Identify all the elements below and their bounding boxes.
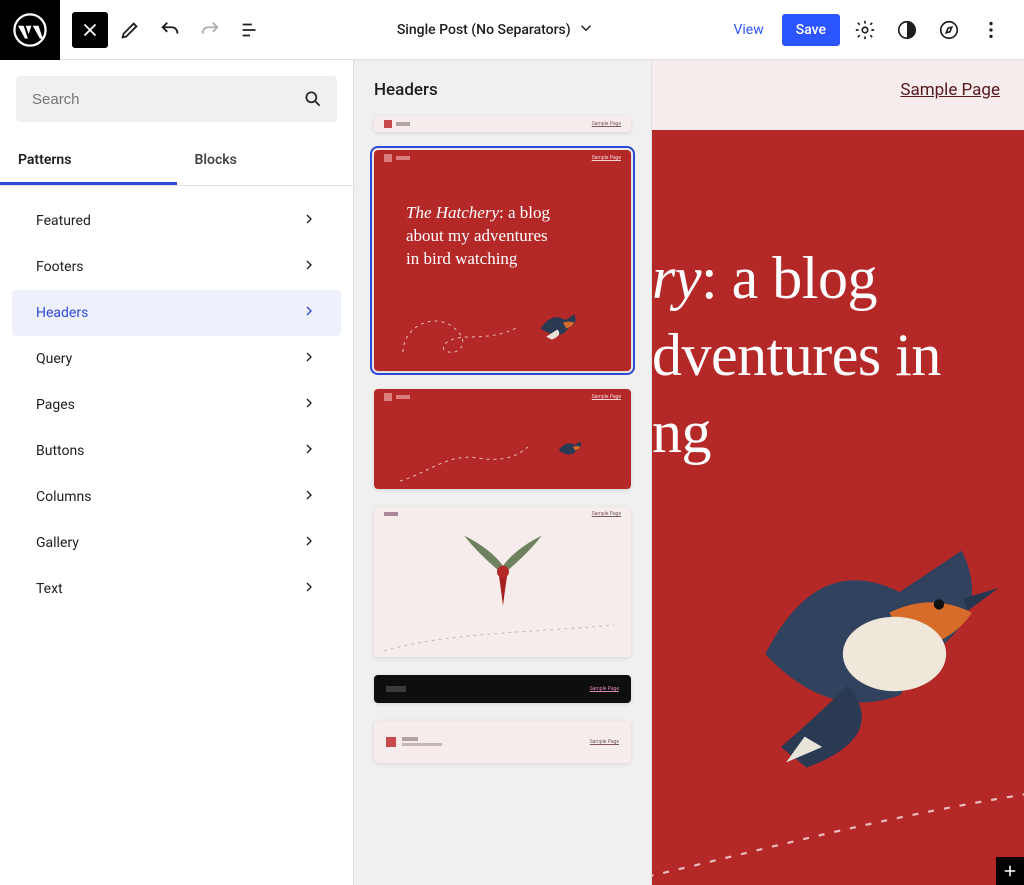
patterns-panel-title: Headers	[374, 80, 631, 100]
help-button[interactable]	[932, 13, 966, 47]
sample-page-link[interactable]: Sample Page	[900, 80, 1000, 100]
category-label: Headers	[36, 305, 88, 321]
pattern-thumb-link: Sample Page	[592, 511, 621, 517]
inserter-sidebar: Patterns Blocks Featured Footers Headers Qu…	[0, 60, 354, 885]
pencil-icon	[119, 19, 141, 41]
inserter-tabs: Patterns Blocks	[0, 138, 353, 186]
compass-icon	[938, 19, 960, 41]
pattern-thumb-header-dark: Sample Page	[374, 675, 631, 703]
pattern-thumb-hero-white: Sample Page	[374, 507, 631, 657]
chevron-right-icon	[301, 487, 317, 507]
pattern-card[interactable]: Sample Page	[374, 389, 631, 489]
pattern-thumb-link: Sample Page	[592, 394, 621, 400]
wordpress-icon	[13, 13, 47, 47]
workspace: Patterns Blocks Featured Footers Headers Qu…	[0, 60, 1024, 885]
search-icon	[303, 89, 323, 109]
dotted-path-icon	[398, 307, 518, 357]
close-icon	[79, 19, 101, 41]
undo-icon	[159, 19, 181, 41]
category-item-pages[interactable]: Pages	[12, 382, 341, 428]
tab-patterns[interactable]: Patterns	[0, 138, 177, 185]
bird-icon	[535, 306, 591, 345]
pattern-thumb-heading: The Hatchery: a blog about my adventures…	[374, 166, 574, 281]
pattern-thumb-link: Sample Page	[592, 121, 621, 127]
pattern-card[interactable]: Sample Page	[374, 507, 631, 657]
contrast-icon	[896, 19, 918, 41]
pattern-card[interactable]: Sample Page	[374, 675, 631, 703]
category-item-headers[interactable]: Headers	[12, 290, 341, 336]
edit-tool-button[interactable]	[112, 12, 148, 48]
pattern-card[interactable]: Sample Page	[374, 116, 631, 132]
redo-icon	[199, 19, 221, 41]
category-item-gallery[interactable]: Gallery	[12, 520, 341, 566]
chevron-right-icon	[301, 211, 317, 231]
template-name: Single Post (No Separators)	[397, 22, 571, 38]
more-options-button[interactable]	[974, 13, 1008, 47]
category-label: Buttons	[36, 443, 84, 459]
chevron-right-icon	[301, 257, 317, 277]
category-label: Gallery	[36, 535, 79, 551]
wordpress-logo[interactable]	[0, 0, 60, 60]
canvas-hero-block[interactable]: ry: a blog dventures in ng	[652, 130, 1024, 885]
chevron-right-icon	[301, 303, 317, 323]
chevron-right-icon	[301, 395, 317, 415]
pattern-thumb-link: Sample Page	[590, 739, 619, 745]
redo-button[interactable]	[192, 12, 228, 48]
editor-topbar: Single Post (No Separators) View Save	[0, 0, 1024, 60]
category-item-featured[interactable]: Featured	[12, 198, 341, 244]
pattern-thumb-hero-red: Sample Page The Hatchery: a blog about m…	[374, 150, 631, 371]
pattern-category-list: Featured Footers Headers Query Pages Buttons C…	[0, 186, 353, 885]
chevron-right-icon	[301, 441, 317, 461]
canvas-heading[interactable]: ry: a blog dventures in ng	[652, 130, 1024, 470]
category-label: Footers	[36, 259, 84, 275]
undo-button[interactable]	[152, 12, 188, 48]
save-button[interactable]: Save	[782, 14, 840, 46]
tab-blocks[interactable]: Blocks	[177, 138, 354, 185]
category-label: Pages	[36, 397, 75, 413]
pattern-thumb-header-pink: Sample Page	[374, 721, 631, 763]
hummingbird-icon	[460, 527, 546, 613]
pattern-thumb-link: Sample Page	[590, 686, 619, 692]
add-block-button[interactable]	[996, 857, 1024, 885]
category-item-text[interactable]: Text	[12, 566, 341, 612]
list-view-button[interactable]	[232, 12, 268, 48]
category-label: Text	[36, 581, 63, 597]
patterns-panel: Headers Sample Page Sample Page The Hatc…	[354, 60, 652, 885]
category-label: Featured	[36, 213, 91, 229]
category-item-columns[interactable]: Columns	[12, 474, 341, 520]
pattern-card-selected[interactable]: Sample Page The Hatchery: a blog about m…	[374, 150, 631, 371]
category-item-footers[interactable]: Footers	[12, 244, 341, 290]
search-box[interactable]	[16, 76, 337, 122]
close-inserter-button[interactable]	[72, 12, 108, 48]
topbar-left-tools	[60, 12, 268, 48]
category-item-query[interactable]: Query	[12, 336, 341, 382]
category-item-buttons[interactable]: Buttons	[12, 428, 341, 474]
list-view-icon	[239, 19, 261, 41]
editor-canvas[interactable]: Sample Page ry: a blog dventures in ng	[652, 60, 1024, 885]
pattern-card[interactable]: Sample Page	[374, 721, 631, 763]
canvas-header-nav: Sample Page	[652, 60, 1024, 120]
settings-button[interactable]	[848, 13, 882, 47]
chevron-right-icon	[301, 579, 317, 599]
dotted-path-illustration	[652, 740, 1024, 885]
search-input[interactable]	[30, 90, 303, 109]
plus-icon	[1001, 862, 1019, 880]
dotted-path-icon	[384, 623, 614, 653]
template-switcher[interactable]: Single Post (No Separators)	[268, 19, 723, 41]
chevron-right-icon	[301, 533, 317, 553]
chevron-right-icon	[301, 349, 317, 369]
category-label: Query	[36, 351, 72, 367]
topbar-right-tools: View Save	[723, 13, 1024, 47]
gear-icon	[854, 19, 876, 41]
dotted-path-icon	[398, 433, 528, 483]
pattern-thumb-link: Sample Page	[592, 155, 621, 161]
view-link[interactable]: View	[723, 22, 773, 38]
styles-button[interactable]	[890, 13, 924, 47]
kebab-icon	[980, 19, 1002, 41]
pattern-thumb-header-strip: Sample Page	[374, 116, 631, 132]
chevron-down-icon	[577, 19, 595, 41]
bird-icon	[555, 436, 591, 461]
category-label: Columns	[36, 489, 91, 505]
pattern-thumb-hero-red-small: Sample Page	[374, 389, 631, 489]
